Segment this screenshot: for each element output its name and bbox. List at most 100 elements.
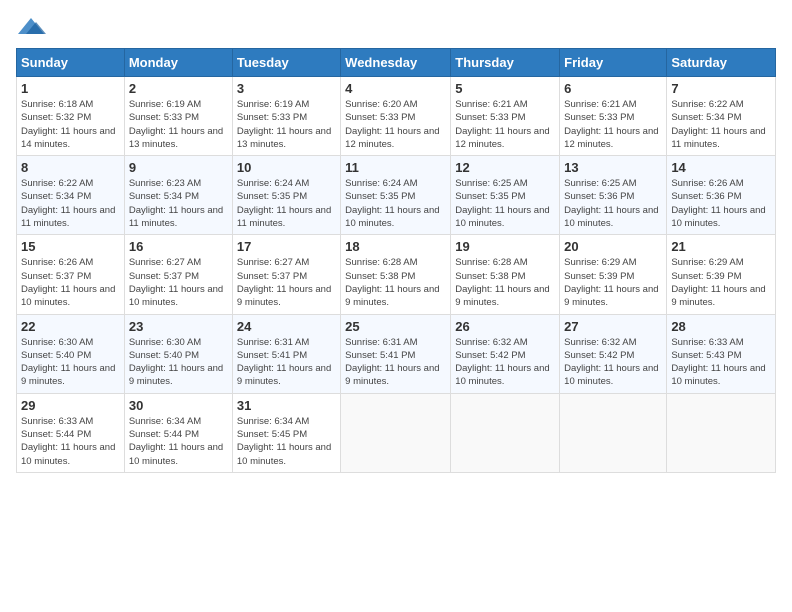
day-number: 18 (345, 239, 446, 254)
calendar-cell: 10 Sunrise: 6:24 AM Sunset: 5:35 PM Dayl… (232, 156, 340, 235)
calendar-week-4: 22 Sunrise: 6:30 AM Sunset: 5:40 PM Dayl… (17, 314, 776, 393)
calendar-cell: 7 Sunrise: 6:22 AM Sunset: 5:34 PM Dayli… (667, 77, 776, 156)
day-info: Sunrise: 6:29 AM Sunset: 5:39 PM Dayligh… (564, 256, 662, 309)
day-info: Sunrise: 6:29 AM Sunset: 5:39 PM Dayligh… (671, 256, 771, 309)
calendar-cell: 24 Sunrise: 6:31 AM Sunset: 5:41 PM Dayl… (232, 314, 340, 393)
calendar-cell: 19 Sunrise: 6:28 AM Sunset: 5:38 PM Dayl… (451, 235, 560, 314)
calendar-cell: 18 Sunrise: 6:28 AM Sunset: 5:38 PM Dayl… (341, 235, 451, 314)
day-info: Sunrise: 6:19 AM Sunset: 5:33 PM Dayligh… (129, 98, 228, 151)
day-info: Sunrise: 6:28 AM Sunset: 5:38 PM Dayligh… (345, 256, 446, 309)
day-info: Sunrise: 6:25 AM Sunset: 5:36 PM Dayligh… (564, 177, 662, 230)
calendar-cell: 6 Sunrise: 6:21 AM Sunset: 5:33 PM Dayli… (560, 77, 667, 156)
day-info: Sunrise: 6:21 AM Sunset: 5:33 PM Dayligh… (564, 98, 662, 151)
day-info: Sunrise: 6:34 AM Sunset: 5:44 PM Dayligh… (129, 415, 228, 468)
day-number: 13 (564, 160, 662, 175)
day-number: 14 (671, 160, 771, 175)
calendar-cell: 30 Sunrise: 6:34 AM Sunset: 5:44 PM Dayl… (124, 393, 232, 472)
day-info: Sunrise: 6:22 AM Sunset: 5:34 PM Dayligh… (21, 177, 120, 230)
day-info: Sunrise: 6:27 AM Sunset: 5:37 PM Dayligh… (237, 256, 336, 309)
day-number: 29 (21, 398, 120, 413)
calendar-cell: 20 Sunrise: 6:29 AM Sunset: 5:39 PM Dayl… (560, 235, 667, 314)
day-number: 20 (564, 239, 662, 254)
day-info: Sunrise: 6:32 AM Sunset: 5:42 PM Dayligh… (455, 336, 555, 389)
day-number: 25 (345, 319, 446, 334)
day-number: 31 (237, 398, 336, 413)
day-number: 9 (129, 160, 228, 175)
weekday-header-thursday: Thursday (451, 49, 560, 77)
calendar-week-2: 8 Sunrise: 6:22 AM Sunset: 5:34 PM Dayli… (17, 156, 776, 235)
day-number: 5 (455, 81, 555, 96)
day-number: 6 (564, 81, 662, 96)
calendar-cell: 14 Sunrise: 6:26 AM Sunset: 5:36 PM Dayl… (667, 156, 776, 235)
day-info: Sunrise: 6:30 AM Sunset: 5:40 PM Dayligh… (21, 336, 120, 389)
day-number: 21 (671, 239, 771, 254)
day-number: 2 (129, 81, 228, 96)
calendar-cell: 23 Sunrise: 6:30 AM Sunset: 5:40 PM Dayl… (124, 314, 232, 393)
day-info: Sunrise: 6:19 AM Sunset: 5:33 PM Dayligh… (237, 98, 336, 151)
day-info: Sunrise: 6:23 AM Sunset: 5:34 PM Dayligh… (129, 177, 228, 230)
calendar-cell: 16 Sunrise: 6:27 AM Sunset: 5:37 PM Dayl… (124, 235, 232, 314)
day-info: Sunrise: 6:22 AM Sunset: 5:34 PM Dayligh… (671, 98, 771, 151)
day-info: Sunrise: 6:25 AM Sunset: 5:35 PM Dayligh… (455, 177, 555, 230)
weekday-header-friday: Friday (560, 49, 667, 77)
calendar-cell: 15 Sunrise: 6:26 AM Sunset: 5:37 PM Dayl… (17, 235, 125, 314)
calendar-cell: 27 Sunrise: 6:32 AM Sunset: 5:42 PM Dayl… (560, 314, 667, 393)
calendar-cell (451, 393, 560, 472)
calendar-cell (341, 393, 451, 472)
day-number: 27 (564, 319, 662, 334)
day-number: 24 (237, 319, 336, 334)
day-info: Sunrise: 6:31 AM Sunset: 5:41 PM Dayligh… (345, 336, 446, 389)
day-info: Sunrise: 6:30 AM Sunset: 5:40 PM Dayligh… (129, 336, 228, 389)
day-info: Sunrise: 6:32 AM Sunset: 5:42 PM Dayligh… (564, 336, 662, 389)
weekday-header-sunday: Sunday (17, 49, 125, 77)
calendar-cell: 11 Sunrise: 6:24 AM Sunset: 5:35 PM Dayl… (341, 156, 451, 235)
day-number: 17 (237, 239, 336, 254)
day-number: 10 (237, 160, 336, 175)
day-info: Sunrise: 6:27 AM Sunset: 5:37 PM Dayligh… (129, 256, 228, 309)
day-number: 16 (129, 239, 228, 254)
calendar-cell: 12 Sunrise: 6:25 AM Sunset: 5:35 PM Dayl… (451, 156, 560, 235)
day-info: Sunrise: 6:20 AM Sunset: 5:33 PM Dayligh… (345, 98, 446, 151)
calendar-cell: 9 Sunrise: 6:23 AM Sunset: 5:34 PM Dayli… (124, 156, 232, 235)
weekday-header-tuesday: Tuesday (232, 49, 340, 77)
day-number: 1 (21, 81, 120, 96)
day-info: Sunrise: 6:31 AM Sunset: 5:41 PM Dayligh… (237, 336, 336, 389)
day-number: 3 (237, 81, 336, 96)
calendar-cell (560, 393, 667, 472)
day-info: Sunrise: 6:34 AM Sunset: 5:45 PM Dayligh… (237, 415, 336, 468)
calendar-week-1: 1 Sunrise: 6:18 AM Sunset: 5:32 PM Dayli… (17, 77, 776, 156)
day-number: 23 (129, 319, 228, 334)
weekday-header-saturday: Saturday (667, 49, 776, 77)
day-number: 4 (345, 81, 446, 96)
calendar-header-row: SundayMondayTuesdayWednesdayThursdayFrid… (17, 49, 776, 77)
weekday-header-wednesday: Wednesday (341, 49, 451, 77)
day-info: Sunrise: 6:33 AM Sunset: 5:44 PM Dayligh… (21, 415, 120, 468)
page-header (16, 16, 776, 40)
calendar-cell: 25 Sunrise: 6:31 AM Sunset: 5:41 PM Dayl… (341, 314, 451, 393)
day-number: 28 (671, 319, 771, 334)
day-number: 26 (455, 319, 555, 334)
day-number: 11 (345, 160, 446, 175)
calendar-week-5: 29 Sunrise: 6:33 AM Sunset: 5:44 PM Dayl… (17, 393, 776, 472)
logo (16, 16, 46, 40)
calendar-cell: 17 Sunrise: 6:27 AM Sunset: 5:37 PM Dayl… (232, 235, 340, 314)
day-info: Sunrise: 6:21 AM Sunset: 5:33 PM Dayligh… (455, 98, 555, 151)
calendar-cell: 31 Sunrise: 6:34 AM Sunset: 5:45 PM Dayl… (232, 393, 340, 472)
day-info: Sunrise: 6:24 AM Sunset: 5:35 PM Dayligh… (345, 177, 446, 230)
calendar-cell: 2 Sunrise: 6:19 AM Sunset: 5:33 PM Dayli… (124, 77, 232, 156)
day-info: Sunrise: 6:26 AM Sunset: 5:37 PM Dayligh… (21, 256, 120, 309)
day-info: Sunrise: 6:33 AM Sunset: 5:43 PM Dayligh… (671, 336, 771, 389)
calendar-cell: 3 Sunrise: 6:19 AM Sunset: 5:33 PM Dayli… (232, 77, 340, 156)
calendar-cell: 5 Sunrise: 6:21 AM Sunset: 5:33 PM Dayli… (451, 77, 560, 156)
day-info: Sunrise: 6:28 AM Sunset: 5:38 PM Dayligh… (455, 256, 555, 309)
calendar-cell: 22 Sunrise: 6:30 AM Sunset: 5:40 PM Dayl… (17, 314, 125, 393)
calendar-week-3: 15 Sunrise: 6:26 AM Sunset: 5:37 PM Dayl… (17, 235, 776, 314)
calendar-cell: 8 Sunrise: 6:22 AM Sunset: 5:34 PM Dayli… (17, 156, 125, 235)
calendar-cell: 4 Sunrise: 6:20 AM Sunset: 5:33 PM Dayli… (341, 77, 451, 156)
calendar-cell: 28 Sunrise: 6:33 AM Sunset: 5:43 PM Dayl… (667, 314, 776, 393)
day-info: Sunrise: 6:24 AM Sunset: 5:35 PM Dayligh… (237, 177, 336, 230)
day-number: 22 (21, 319, 120, 334)
calendar-cell (667, 393, 776, 472)
day-number: 19 (455, 239, 555, 254)
calendar-cell: 1 Sunrise: 6:18 AM Sunset: 5:32 PM Dayli… (17, 77, 125, 156)
